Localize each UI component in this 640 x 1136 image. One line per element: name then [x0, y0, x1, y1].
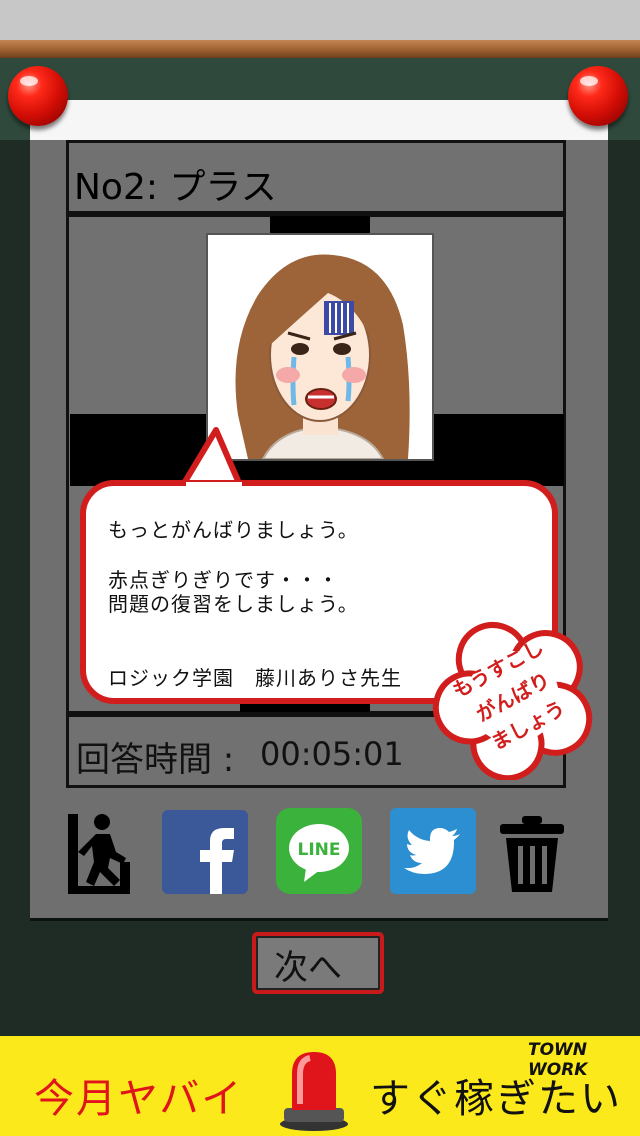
- teacher-signature: ロジック学園 藤川ありさ先生: [108, 666, 402, 690]
- teacher-message-3: 問題の復習をしましょう。: [108, 592, 359, 616]
- chalk-rail: [0, 40, 640, 58]
- question-title: No2: プラス: [74, 167, 277, 208]
- teacher-message-1: もっとがんばりましょう。: [108, 518, 359, 542]
- line-label: LINE: [298, 840, 341, 860]
- answer-time-label: 回答時間 :: [76, 740, 235, 780]
- ad-brand-logo: TOWN WORK: [528, 1040, 588, 1080]
- magnet-left-icon: [8, 66, 68, 126]
- speech-bubble-tail-cover: [186, 482, 242, 500]
- trash-icon[interactable]: [496, 816, 568, 892]
- board-block-top: [270, 216, 370, 233]
- encouragement-stamp: もうすこし がんばり ましょう: [432, 622, 593, 780]
- next-button-label: 次へ: [274, 948, 342, 988]
- facebook-share-icon[interactable]: [162, 810, 248, 894]
- status-bar: [0, 0, 640, 40]
- siren-icon: [280, 1052, 348, 1131]
- answer-time-value: 00:05:01: [260, 735, 404, 773]
- exit-icon[interactable]: [68, 808, 134, 896]
- magnet-right-icon: [568, 66, 628, 126]
- twitter-share-icon[interactable]: [390, 808, 476, 894]
- ad-text-left: 今月ヤバイ: [34, 1076, 244, 1122]
- line-share-icon[interactable]: LINE: [276, 808, 362, 894]
